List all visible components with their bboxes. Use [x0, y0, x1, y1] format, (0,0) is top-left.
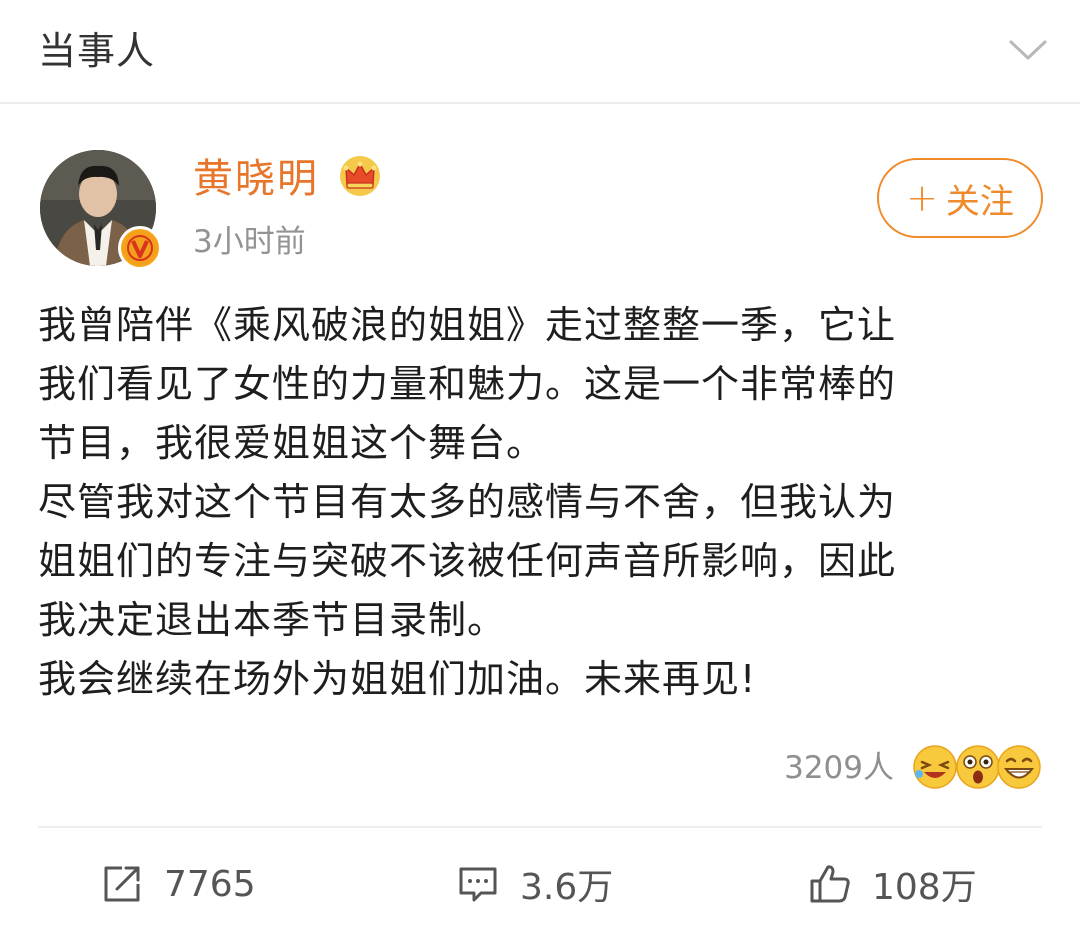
thumbs-up-icon — [810, 865, 850, 903]
chevron-down-icon[interactable] — [1008, 36, 1048, 64]
verified-v-icon — [118, 226, 162, 270]
repost-button[interactable]: 7765 — [100, 856, 256, 912]
author-name[interactable]: 黄晓明 — [193, 154, 319, 204]
follow-button[interactable]: + 关注 — [877, 158, 1043, 238]
like-button[interactable]: 108万 — [808, 856, 977, 912]
comment-button[interactable]: 3.6万 — [456, 856, 613, 912]
divider — [38, 826, 1042, 828]
post-line: 节目，我很爱姐姐这个舞台。 — [38, 421, 546, 465]
plus-icon: + — [906, 176, 938, 220]
reaction-count[interactable]: 3209人 — [784, 748, 894, 788]
post-text: 我曾陪伴《乘风破浪的姐姐》走过整整一季，它让 我们看见了女性的力量和魅力。这是一… — [38, 296, 1048, 709]
section-title: 当事人 — [38, 29, 156, 73]
section-header: 当事人 — [0, 0, 1080, 104]
post-line: 我们看见了女性的力量和魅力。这是一个非常棒的 — [38, 362, 897, 406]
shocked-emoji[interactable] — [955, 744, 1001, 790]
post-line: 姐姐们的专注与突破不该被任何声音所影响，因此 — [38, 539, 897, 583]
laughing-emoji[interactable] — [912, 744, 958, 790]
post-line: 我曾陪伴《乘风破浪的姐姐》走过整整一季，它让 — [38, 303, 897, 347]
crown-icon[interactable] — [338, 154, 382, 198]
like-count: 108万 — [872, 867, 977, 908]
follow-label: 关注 — [945, 181, 1014, 222]
grinning-emoji[interactable] — [996, 744, 1042, 790]
post-line: 尽管我对这个节目有太多的感情与不舍，但我认为 — [38, 480, 897, 524]
post-time: 3小时前 — [193, 224, 306, 260]
share-icon — [104, 866, 140, 902]
post-line: 我会继续在场外为姐姐们加油。未来再见! — [38, 657, 757, 701]
repost-count: 7765 — [164, 863, 256, 905]
comment-icon — [459, 867, 497, 902]
post-line: 我决定退出本季节目录制。 — [38, 598, 507, 642]
comment-count: 3.6万 — [520, 867, 614, 908]
